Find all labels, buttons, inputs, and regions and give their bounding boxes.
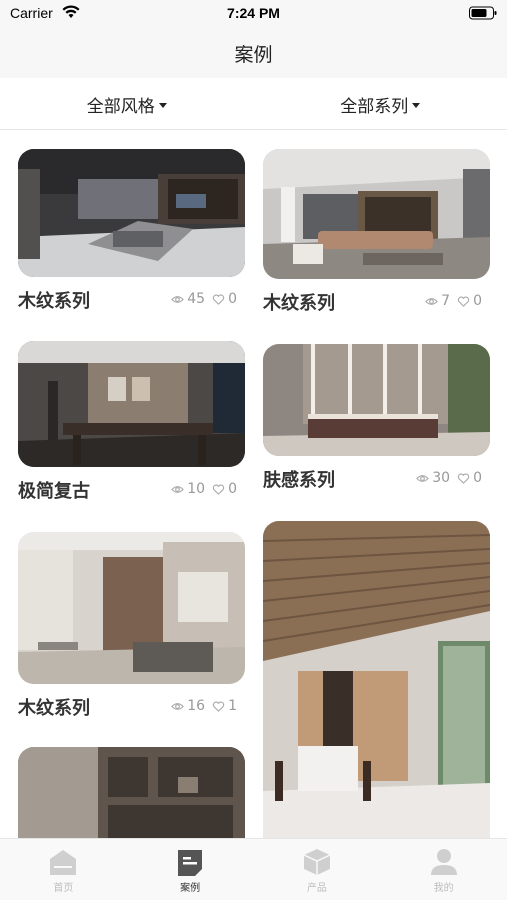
case-photo (263, 344, 490, 456)
tab-profile[interactable]: 我的 (380, 839, 507, 900)
card-title: 木纹系列 (18, 698, 90, 719)
caret-down-icon (412, 103, 421, 108)
case-photo (18, 532, 245, 684)
heart-icon[interactable] (212, 483, 225, 496)
case-card[interactable]: 木纹系列 7 0 (263, 149, 490, 319)
heart-icon[interactable] (212, 293, 225, 306)
card-meta: 极简复古 10 0 (18, 467, 245, 507)
style-filter-label: 全部风格 (86, 97, 155, 117)
eye-icon (171, 702, 185, 710)
eye-icon (171, 485, 185, 493)
caret-down-icon (158, 103, 167, 108)
case-card[interactable]: 木纹系列 45 0 (18, 149, 245, 317)
case-photo (263, 149, 490, 279)
card-title: 极简复古 (18, 481, 90, 502)
view-count: 45 (187, 291, 206, 307)
profile-icon (430, 849, 457, 875)
battery-icon (469, 6, 497, 20)
heart-icon[interactable] (457, 295, 470, 308)
tab-label: 产品 (306, 883, 327, 894)
tab-cases[interactable]: 案例 (127, 839, 254, 900)
clock: 7:24 PM (227, 5, 280, 21)
tab-bar: 首页 案例 产品 我的 (0, 838, 507, 900)
navigation-bar: 案例 (0, 28, 507, 78)
card-stats: 16 1 (171, 698, 245, 714)
tab-label: 案例 (180, 883, 201, 894)
case-photo (18, 747, 245, 838)
status-bar: Carrier 7:24 PM (0, 0, 507, 28)
card-meta: 木纹系列 45 0 (18, 277, 245, 317)
home-icon (50, 850, 77, 875)
product-box-icon (303, 849, 331, 875)
tab-products[interactable]: 产品 (254, 839, 381, 900)
card-stats: 10 0 (171, 481, 245, 497)
card-meta: 肤感系列 30 0 (263, 456, 490, 496)
style-filter-dropdown[interactable]: 全部风格 (0, 80, 254, 129)
card-stats: 7 0 (425, 293, 490, 309)
like-count: 0 (228, 291, 237, 307)
tab-label: 首页 (53, 883, 74, 894)
case-icon (178, 850, 203, 876)
like-count: 0 (473, 293, 482, 309)
view-count: 7 (441, 293, 451, 309)
eye-icon (416, 474, 430, 482)
case-card[interactable] (263, 521, 490, 838)
eye-icon (171, 295, 185, 303)
card-meta: 木纹系列 7 0 (263, 279, 490, 319)
heart-icon[interactable] (457, 472, 470, 485)
tab-label: 我的 (433, 883, 454, 894)
page-title: 案例 (234, 43, 273, 66)
case-card[interactable]: 肤感系列 30 0 (263, 344, 490, 496)
like-count: 0 (228, 481, 237, 497)
like-count: 1 (228, 698, 237, 714)
case-card[interactable]: 极简复古 10 0 (18, 341, 245, 507)
case-photo (18, 341, 245, 467)
series-filter-dropdown[interactable]: 全部系列 (254, 80, 507, 129)
case-card[interactable]: 木纹系列 16 1 (18, 532, 245, 724)
eye-icon (425, 297, 439, 305)
case-grid[interactable]: 木纹系列 45 0 木纹系列 7 0 极简复古 10 0 肤感系列 30 0 木… (0, 131, 507, 838)
like-count: 0 (473, 470, 482, 486)
view-count: 10 (187, 481, 206, 497)
card-stats: 30 0 (416, 470, 490, 486)
view-count: 30 (432, 470, 451, 486)
card-title: 木纹系列 (263, 293, 335, 314)
case-card[interactable] (18, 747, 245, 838)
series-filter-label: 全部系列 (340, 97, 409, 117)
case-photo (263, 521, 490, 838)
heart-icon[interactable] (212, 700, 225, 713)
tab-home[interactable]: 首页 (0, 839, 127, 900)
card-meta: 木纹系列 16 1 (18, 684, 245, 724)
card-title: 木纹系列 (18, 291, 90, 312)
view-count: 16 (187, 698, 206, 714)
filter-bar: 全部风格 全部系列 (0, 80, 507, 130)
card-stats: 45 0 (171, 291, 245, 307)
case-photo (18, 149, 245, 277)
card-title: 肤感系列 (263, 470, 335, 491)
